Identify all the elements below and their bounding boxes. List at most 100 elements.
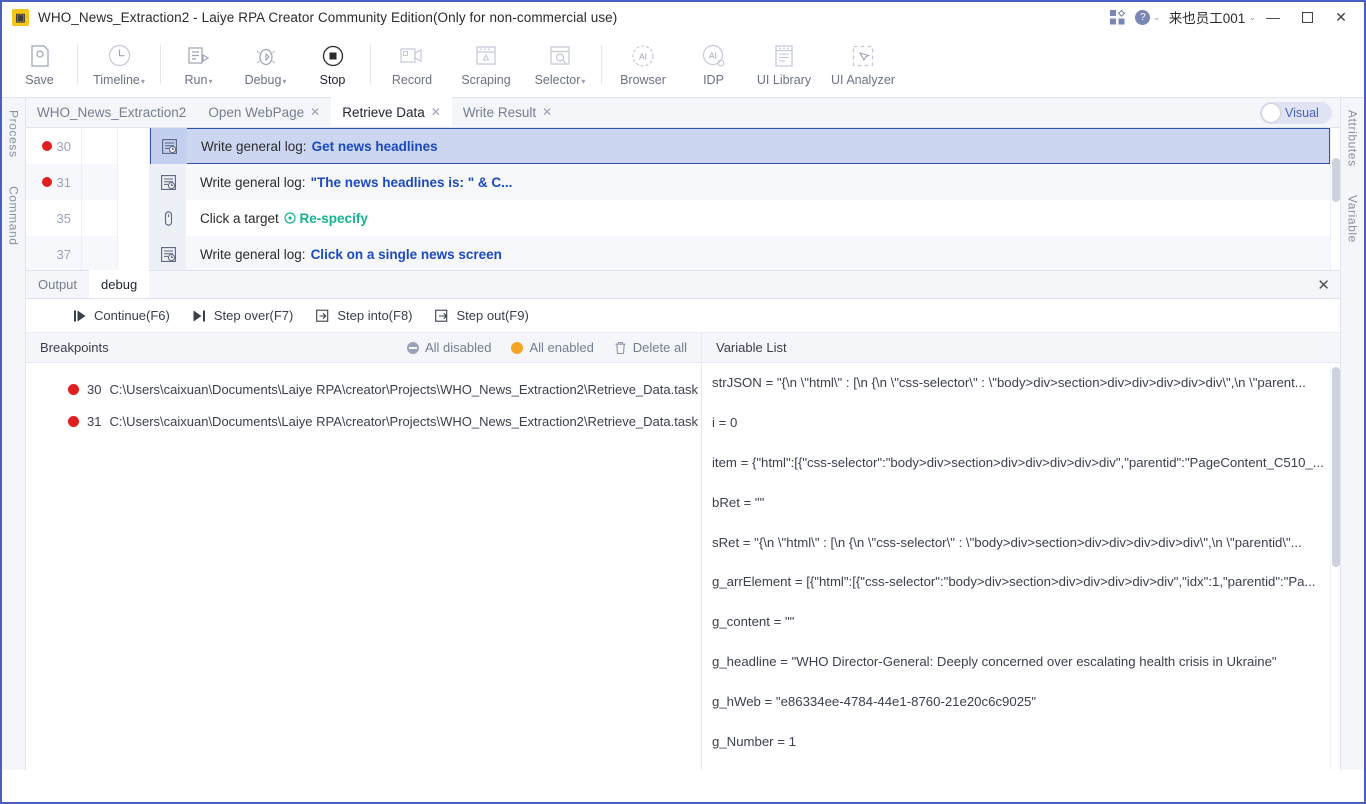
- center-column: WHO_News_Extraction2 Open WebPage ✕ Retr…: [26, 97, 1340, 770]
- step-over-icon: [192, 308, 207, 323]
- variable-item[interactable]: g_Number = 1: [702, 721, 1340, 761]
- command-body[interactable]: Click a target Re-specify: [150, 200, 1330, 236]
- title-bar: ▣ WHO_News_Extraction2 - Laiye RPA Creat…: [2, 2, 1364, 32]
- dock-close-icon[interactable]: ✕: [1317, 276, 1330, 294]
- command-row[interactable]: 30 Write general log: Get news headlines: [26, 128, 1330, 164]
- user-name-label: 来也员工001: [1168, 11, 1246, 26]
- scrollbar-thumb[interactable]: [1332, 367, 1340, 567]
- line-number-cell[interactable]: 35: [26, 200, 82, 236]
- line-number-cell[interactable]: 30: [26, 128, 82, 164]
- continue-button[interactable]: Continue(F6): [72, 308, 170, 323]
- user-menu-button[interactable]: 来也员工001 ⌄: [1165, 2, 1256, 32]
- close-button[interactable]: ✕: [1324, 2, 1358, 32]
- apps-grid-icon[interactable]: [1105, 2, 1131, 32]
- toolbar-stop-button[interactable]: Stop: [299, 32, 366, 97]
- breakpoint-list-item[interactable]: 31 C:\Users\caixuan\Documents\Laiye RPA\…: [26, 405, 701, 437]
- enabled-dot-icon: [511, 341, 524, 354]
- variables-header: Variable List: [702, 333, 1340, 363]
- variable-item[interactable]: g_content = "": [702, 602, 1340, 642]
- close-icon[interactable]: ✕: [542, 105, 552, 119]
- debug-bug-icon: [255, 43, 277, 69]
- variable-item[interactable]: g_headline = "WHO Director-General: Deep…: [702, 642, 1340, 682]
- breakpoint-icon[interactable]: [68, 415, 79, 427]
- breakpoint-list-item[interactable]: 30 C:\Users\caixuan\Documents\Laiye RPA\…: [26, 373, 701, 405]
- rail-tab-variable[interactable]: Variable: [1346, 191, 1360, 247]
- all-enabled-button[interactable]: All enabled: [511, 340, 594, 355]
- command-body[interactable]: Write general log: "The news headlines i…: [150, 164, 1330, 200]
- write-log-icon: [150, 236, 186, 270]
- tab-write-result[interactable]: Write Result ✕: [452, 97, 563, 127]
- tab-who-news-extraction2[interactable]: WHO_News_Extraction2: [26, 97, 197, 127]
- command-body[interactable]: Write general log: Click on a single new…: [150, 236, 1330, 270]
- step-out-button[interactable]: Step out(F9): [435, 308, 529, 323]
- all-disabled-button[interactable]: All disabled: [406, 340, 491, 355]
- breakpoint-path: C:\Users\caixuan\Documents\Laiye RPA\cre…: [109, 381, 699, 397]
- re-specify-link[interactable]: Re-specify: [284, 211, 368, 226]
- command-row[interactable]: 37 Write general log: Click on a single …: [26, 236, 1330, 270]
- variables-pane: Variable List strJSON = "{\n \"html\" : …: [702, 333, 1340, 770]
- command-argument: Click on a single news screen: [310, 246, 502, 262]
- command-row[interactable]: 35 Click a target Re-specify: [26, 200, 1330, 236]
- toolbar-run-button[interactable]: Run▾: [165, 32, 232, 97]
- variable-item[interactable]: g_objWindow = "<__CustomWindow(Thread-1,…: [702, 761, 1340, 770]
- toolbar-ui-library-button[interactable]: UI Library: [747, 32, 821, 97]
- command-list-scrollbar[interactable]: [1330, 128, 1340, 270]
- variable-item[interactable]: item = {"html":[{"css-selector":"body>di…: [702, 443, 1340, 483]
- variable-list-scrollbar[interactable]: [1330, 363, 1340, 770]
- breakpoint-icon[interactable]: [41, 177, 52, 187]
- minimize-button[interactable]: —: [1256, 2, 1290, 32]
- save-icon: [30, 43, 50, 69]
- variable-item[interactable]: sRet = "{\n \"html\" : [\n {\n \"css-sel…: [702, 522, 1340, 562]
- breakpoint-icon[interactable]: [68, 383, 79, 395]
- toolbar-debug-button[interactable]: Debug▾: [232, 32, 299, 97]
- command-list: 30 Write general log: Get news headlines…: [26, 128, 1340, 270]
- toolbar-idp-button[interactable]: AI IDP: [680, 32, 747, 97]
- toolbar-ui-analyzer-button[interactable]: UI Analyzer: [821, 32, 905, 97]
- dock-tab-debug[interactable]: debug: [89, 270, 150, 298]
- command-argument: Get news headlines: [311, 138, 438, 154]
- toolbar-record-button[interactable]: Record: [375, 32, 449, 97]
- rail-tab-process[interactable]: Process: [7, 106, 21, 162]
- step-over-button[interactable]: Step over(F7): [192, 308, 293, 323]
- toolbar-label: Debug: [244, 72, 282, 87]
- variable-item[interactable]: g_hWeb = "e86334ee-4784-44e1-8760-21e20c…: [702, 681, 1340, 721]
- step-over-label: Step over(F7): [213, 308, 294, 323]
- delete-all-button[interactable]: Delete all: [614, 340, 687, 355]
- toolbar-timeline-button[interactable]: Timeline▾: [82, 32, 156, 97]
- editor-tabstrip: WHO_News_Extraction2 Open WebPage ✕ Retr…: [26, 97, 1340, 128]
- breakpoints-pane: Breakpoints All disabled All enabled Del…: [26, 333, 702, 770]
- variable-item[interactable]: i = 0: [702, 403, 1340, 443]
- step-into-button[interactable]: Step into(F8): [315, 308, 413, 323]
- line-number-cell[interactable]: 37: [26, 236, 82, 270]
- stop-icon: [322, 43, 344, 69]
- rail-tab-attributes[interactable]: Attributes: [1346, 106, 1360, 171]
- toolbar-selector-button[interactable]: Selector▾: [523, 32, 597, 97]
- dock-tab-output[interactable]: Output: [26, 270, 89, 298]
- variable-item[interactable]: strJSON = "{\n \"html\" : [\n {\n \"css-…: [702, 363, 1340, 403]
- command-row[interactable]: 31 Write general log: "The news headline…: [26, 164, 1330, 200]
- toolbar-scraping-button[interactable]: Scraping: [449, 32, 523, 97]
- rail-tab-command[interactable]: Command: [7, 182, 21, 250]
- ui-library-icon: [774, 43, 794, 69]
- line-number-cell[interactable]: 31: [26, 164, 82, 200]
- toolbar-label: Timeline: [93, 72, 140, 87]
- scrollbar-thumb[interactable]: [1332, 158, 1340, 202]
- svg-text:AI: AI: [708, 50, 716, 60]
- help-menu-button[interactable]: ? ⌄: [1131, 2, 1165, 32]
- main-body: Process Command WHO_News_Extraction2 Ope…: [2, 97, 1364, 770]
- visual-mode-toggle[interactable]: Visual: [1260, 102, 1332, 124]
- step-out-label: Step out(F9): [456, 308, 529, 323]
- breakpoints-title: Breakpoints: [40, 340, 109, 355]
- close-icon[interactable]: ✕: [310, 105, 320, 119]
- variable-item[interactable]: bRet = "": [702, 482, 1340, 522]
- maximize-button[interactable]: [1290, 2, 1324, 32]
- tab-open-webpage[interactable]: Open WebPage ✕: [197, 97, 331, 127]
- variable-item[interactable]: g_arrElement = [{"html":[{"css-selector"…: [702, 562, 1340, 602]
- toolbar-browser-button[interactable]: AI Browser: [606, 32, 680, 97]
- tab-retrieve-data[interactable]: Retrieve Data ✕: [331, 97, 452, 127]
- caret-down-icon: ▾: [282, 76, 287, 86]
- close-icon[interactable]: ✕: [431, 105, 441, 119]
- toolbar-save-button[interactable]: Save: [6, 32, 73, 97]
- command-body[interactable]: Write general log: Get news headlines: [150, 128, 1330, 164]
- breakpoint-icon[interactable]: [41, 141, 52, 151]
